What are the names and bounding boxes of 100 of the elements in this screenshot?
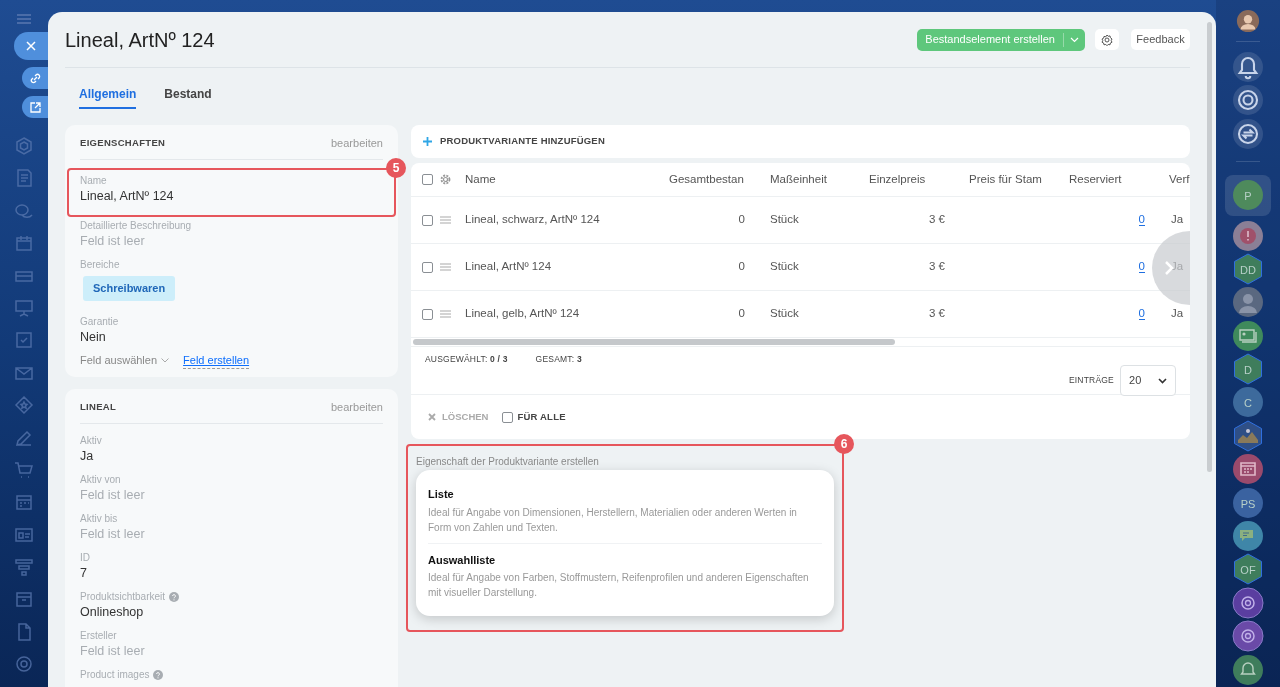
- create-field-link[interactable]: Feld erstellen: [183, 351, 250, 369]
- table-cell: 0: [738, 213, 745, 226]
- archive-icon[interactable]: [14, 589, 34, 610]
- bell-icon: [1232, 653, 1264, 686]
- row-checkbox[interactable]: [422, 214, 433, 226]
- column-header[interactable]: Einzelpreis: [869, 172, 926, 185]
- hexagon-avatar: DD: [1232, 252, 1264, 285]
- tab[interactable]: Bestand: [164, 85, 212, 107]
- help-icon[interactable]: [153, 670, 164, 680]
- link-button[interactable]: [22, 67, 48, 89]
- calendar-icon[interactable]: [14, 492, 34, 513]
- hexagon-avatar: OF: [1232, 553, 1264, 586]
- cart-icon[interactable]: [14, 459, 34, 480]
- link-icon: [29, 72, 41, 84]
- chat-list-item[interactable]: OF: [1225, 553, 1271, 586]
- field-label: Aktiv von: [80, 473, 121, 487]
- reserved-link[interactable]: 0: [1138, 307, 1145, 321]
- page-size-select[interactable]: 20: [1120, 365, 1176, 396]
- field-label: Product images: [80, 668, 150, 682]
- table-cell: Stück: [770, 307, 799, 320]
- settings-icon[interactable]: [440, 174, 451, 186]
- menu-icon[interactable]: [17, 14, 31, 24]
- text-input[interactable]: Feld ist leer: [80, 526, 240, 543]
- external-link-icon: [29, 101, 41, 113]
- row-checkbox[interactable]: [422, 261, 433, 273]
- avatar-circle: PS: [1232, 486, 1264, 519]
- landscape-badge-icon: [1232, 419, 1264, 452]
- edit-link[interactable]: bearbeiten: [331, 134, 383, 152]
- settings-icon: [1101, 33, 1113, 46]
- text-input[interactable]: Feld ist leer: [80, 233, 240, 250]
- total-count: GESAMT: 3: [535, 353, 582, 366]
- filter-icon[interactable]: [14, 557, 34, 578]
- bell-icon: [1233, 52, 1263, 82]
- option-title: Auswahlliste: [428, 552, 497, 568]
- hexagon-icon[interactable]: [14, 136, 34, 156]
- table-cell: Ja: [1171, 213, 1184, 226]
- column-header[interactable]: Preis für Stam: [969, 172, 1042, 185]
- avatar-circle: P: [1232, 179, 1264, 212]
- help-icon[interactable]: [169, 592, 180, 602]
- table-cell: 3 €: [929, 260, 945, 273]
- user-avatar[interactable]: [1236, 10, 1260, 33]
- menu-option[interactable]: Auswahlliste Ideal für Angabe von Farben, Stoffmustern, Reifenprofilen und anderen Eigenschaften mit visueller Darstellung.: [428, 542, 822, 608]
- page-title: Lineal, ArtNº 124: [65, 29, 215, 50]
- chat-list-item[interactable]: P: [1225, 174, 1271, 216]
- table-cell: 3 €: [929, 213, 945, 226]
- chat-icon: [1233, 119, 1263, 149]
- card-title: EIGENSCHAFTEN: [80, 135, 166, 150]
- drag-handle-icon[interactable]: [440, 263, 451, 272]
- calendar-icon: [1232, 453, 1264, 486]
- field-label: Garantie: [80, 314, 119, 329]
- chat-list-item[interactable]: C: [1225, 386, 1271, 419]
- feedback-button[interactable]: Feedback: [1131, 29, 1190, 50]
- edit-link[interactable]: bearbeiten: [331, 398, 383, 416]
- avatar-circle: C: [1232, 386, 1264, 419]
- swirl-icon: [1232, 586, 1264, 619]
- table-cell: Lineal, schwarz, ArtNº 124: [465, 213, 600, 226]
- field-label: Name: [80, 174, 107, 188]
- chat-list-item[interactable]: PS: [1225, 486, 1271, 519]
- star-badge-icon[interactable]: [14, 395, 34, 416]
- field-label: Aktiv: [80, 434, 102, 448]
- option-description: Ideal für Angabe von Dimensionen, Herstellern, Materialien oder anderen Werten in Form von Zahlen und Texten.: [428, 505, 798, 535]
- close-icon: [26, 41, 36, 51]
- calendar-icon[interactable]: [14, 233, 34, 254]
- document-icon[interactable]: [14, 168, 34, 189]
- chat-list-item[interactable]: D: [1225, 353, 1271, 386]
- table-cell: Ja: [1171, 307, 1184, 320]
- column-header[interactable]: Gesamtbestan: [669, 172, 744, 185]
- row-checkbox[interactable]: [422, 308, 433, 320]
- scrollbar[interactable]: [413, 339, 895, 345]
- tab[interactable]: Allgemein: [79, 85, 137, 109]
- checkbox-icon[interactable]: [14, 330, 34, 351]
- selected-count: AUSGEWÄHLT: 0 / 3: [425, 353, 508, 366]
- select-all-checkbox[interactable]: [422, 174, 433, 186]
- field-select[interactable]: Feld auswählen: [80, 352, 170, 369]
- column-header[interactable]: Reserviert: [1069, 172, 1122, 185]
- person-avatar: [1232, 286, 1264, 319]
- for-all-checkbox[interactable]: FÜR ALLE: [502, 409, 566, 425]
- column-header[interactable]: Maßeinheit: [770, 172, 827, 185]
- annotation-badge: 6: [834, 434, 854, 454]
- settings-button[interactable]: [1095, 29, 1119, 50]
- swirl-icon: [1233, 85, 1263, 116]
- option-title: Liste: [428, 487, 455, 502]
- chat-list-item[interactable]: DD: [1225, 252, 1271, 285]
- field-value: Ja: [80, 448, 95, 465]
- screen-icon[interactable]: [14, 297, 34, 318]
- tag: Schreibwaren: [83, 276, 176, 301]
- close-button[interactable]: [14, 32, 48, 60]
- reserved-link[interactable]: 0: [1138, 260, 1145, 274]
- reserved-link[interactable]: 0: [1138, 213, 1145, 227]
- drag-handle-icon[interactable]: [440, 216, 451, 225]
- column-header[interactable]: Name: [465, 172, 496, 185]
- chevron-down-icon: [1158, 377, 1167, 384]
- text-input[interactable]: Feld ist leer: [80, 487, 240, 504]
- drag-handle-icon[interactable]: [440, 310, 451, 319]
- table-cell: Stück: [770, 260, 799, 273]
- hexagon-avatar: D: [1232, 353, 1264, 386]
- text-input[interactable]: Feld ist leer: [80, 643, 240, 660]
- column-header[interactable]: Verf: [1169, 172, 1190, 185]
- menu-option[interactable]: Liste Ideal für Angabe von Dimensionen, Herstellern, Materialien oder anderen Werten in Form von Zahlen und Texten.: [428, 478, 822, 543]
- open-external-button[interactable]: [22, 96, 48, 118]
